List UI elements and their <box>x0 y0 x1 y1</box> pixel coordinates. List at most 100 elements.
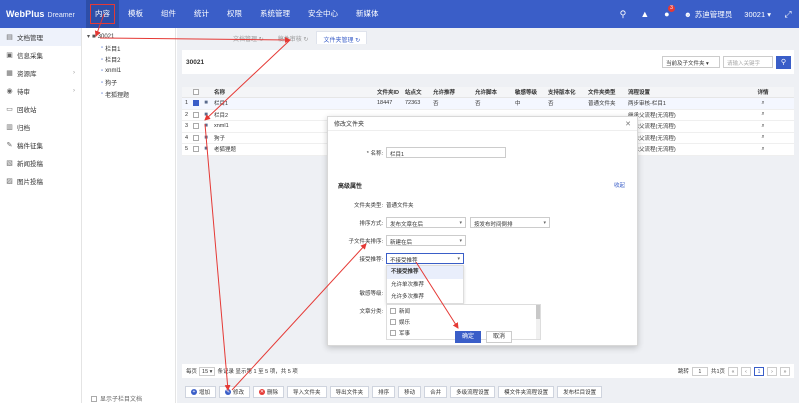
nav-item-3[interactable]: 统计 <box>185 0 218 28</box>
tree-node-label: xnml1 <box>105 68 122 75</box>
sort-order-select[interactable]: 按发布时间倒排 ▾ <box>470 217 550 228</box>
page-jump-input[interactable]: 1 <box>691 366 708 376</box>
table-cell <box>191 134 200 141</box>
close-icon[interactable]: ✕ <box>625 120 631 128</box>
tab-1[interactable]: 稿件审核 ↻ <box>272 31 315 44</box>
action-button-4[interactable]: 导出文件夹 <box>329 386 370 398</box>
category-checkbox[interactable] <box>390 318 396 325</box>
row-checkbox[interactable] <box>192 134 199 141</box>
action-button-5[interactable]: 排序 <box>372 386 396 398</box>
dropdown-option[interactable]: 允许单次推荐 <box>387 279 463 292</box>
action-button-0[interactable]: + 增加 <box>185 386 217 398</box>
next-page-button[interactable]: › <box>767 366 777 376</box>
sidebar-item-8[interactable]: ▨ 图片投稿 <box>0 172 81 190</box>
nav-item-0[interactable]: 内容 <box>86 0 119 28</box>
collapse-link[interactable]: 收起 <box>614 181 625 189</box>
tab-label: 文件夹管理 <box>323 38 354 44</box>
action-button-6[interactable]: 移动 <box>398 386 422 398</box>
action-button-3[interactable]: 导入文件夹 <box>287 386 327 398</box>
column-header[interactable] <box>191 89 200 95</box>
search-button[interactable]: ⚲ <box>776 55 791 69</box>
dropdown-option[interactable]: 允许多次推荐 <box>387 291 463 304</box>
site-selector[interactable]: 30021 ▾ <box>738 10 777 19</box>
detail-icon[interactable]: ⌕ <box>761 146 764 152</box>
table-cell <box>191 146 200 153</box>
column-header: 文件夹ID <box>377 90 400 96</box>
row-checkbox[interactable] <box>192 146 199 153</box>
show-sub-docs[interactable]: 显示子栏目文档 <box>91 394 142 403</box>
action-button-2[interactable]: ✕ 删除 <box>253 386 285 398</box>
sidebar-item-label: 归档 <box>17 125 30 132</box>
confirm-button[interactable]: 确定 <box>455 331 481 343</box>
tree-node[interactable]: ▫ 狗子 <box>83 77 175 89</box>
tree-root[interactable]: ▾ ■ 30021 <box>83 31 175 43</box>
user-menu[interactable]: ☻ 苏迪管理员 <box>678 9 738 20</box>
sidebar-item-5[interactable]: ▥ 归档 <box>0 118 81 136</box>
sidebar-item-0[interactable]: ▤ 文档管理 <box>0 28 81 46</box>
search-icon[interactable]: ⚲ <box>612 0 634 28</box>
detail-icon[interactable]: ⌕ <box>761 134 764 140</box>
fullscreen-icon[interactable]: ⤢ <box>777 0 799 28</box>
detail-icon[interactable]: ⌕ <box>761 111 764 117</box>
tab-2[interactable]: 文件夹管理 ↻ <box>316 31 368 44</box>
search-input[interactable]: 请输入关键字 <box>723 56 773 68</box>
shirt-icon[interactable]: ▲ <box>634 0 656 28</box>
refresh-icon[interactable]: ↻ <box>353 38 360 44</box>
row-checkbox[interactable] <box>192 123 199 130</box>
first-page-button[interactable]: « <box>728 366 738 376</box>
nav-item-7[interactable]: 新媒体 <box>347 0 388 28</box>
action-button-10[interactable]: 发布栏目设置 <box>557 386 603 398</box>
category-item[interactable]: 新闻 <box>387 305 540 316</box>
recommend-select[interactable]: 不接受推荐 ▾ <box>386 253 464 264</box>
select-all-checkbox[interactable] <box>192 89 199 95</box>
nav-item-6[interactable]: 安全中心 <box>299 0 347 28</box>
sidebar-item-1[interactable]: ▣ 信息采集 <box>0 46 81 64</box>
nav-item-5[interactable]: 系统管理 <box>251 0 299 28</box>
column-header: 允许脚本 <box>475 90 498 96</box>
category-item[interactable]: 娱乐 <box>387 316 540 327</box>
cancel-button[interactable]: 取消 <box>486 331 512 343</box>
bell-icon[interactable]: ● 3 <box>656 0 678 28</box>
sort-select[interactable]: 发布文章在后 ▾ <box>386 217 466 228</box>
last-page-button[interactable]: » <box>780 366 790 376</box>
category-checkbox[interactable] <box>390 307 396 314</box>
sidebar-item-4[interactable]: ▭ 回收站 <box>0 100 81 118</box>
nav-item-1[interactable]: 模板 <box>119 0 152 28</box>
action-button-9[interactable]: 模文件夹流程设置 <box>498 386 555 398</box>
filter-select[interactable]: 当前及子文件夹 ▾ <box>662 56 720 68</box>
sidebar-item-6[interactable]: ✎ 稿件征集 <box>0 136 81 154</box>
name-input[interactable]: 栏目1 <box>386 147 506 158</box>
row-checkbox[interactable] <box>192 100 199 107</box>
chevron-right-icon: › <box>73 70 75 76</box>
sidebar-item-7[interactable]: ▧ 新闻投稿 <box>0 154 81 172</box>
action-button-1[interactable]: ✎ 修改 <box>219 386 251 398</box>
row-checkbox[interactable] <box>192 111 199 118</box>
sidebar-item-3[interactable]: ◉ 待审 › <box>0 82 81 100</box>
table-cell <box>191 123 200 130</box>
prev-page-button[interactable]: ‹ <box>741 366 751 376</box>
checkbox[interactable] <box>91 395 97 402</box>
tab-0[interactable]: 文档管理 ↻ <box>227 31 270 44</box>
sidebar-item-2[interactable]: ▦ 资源库 › <box>0 64 81 82</box>
detail-icon[interactable]: ⌕ <box>761 100 764 106</box>
nav-item-4[interactable]: 权限 <box>218 0 251 28</box>
folder-icon: ■ <box>204 146 208 153</box>
tree-node[interactable]: ▫ xnml1 <box>83 66 175 78</box>
tree-node[interactable]: ▫ 栏目2 <box>83 54 175 66</box>
refresh-icon[interactable]: ↻ <box>302 37 308 43</box>
app-logo[interactable]: WebPlus Dreamer <box>0 9 86 19</box>
action-button-7[interactable]: 合并 <box>424 386 448 398</box>
refresh-icon[interactable]: ↻ <box>257 37 264 43</box>
dropdown-option[interactable]: 不接受推荐 <box>387 266 463 279</box>
detail-icon[interactable]: ⌕ <box>761 123 764 129</box>
tree-node[interactable]: ▫ 栏目1 <box>83 43 175 55</box>
page-number[interactable]: 1 <box>754 366 764 376</box>
nav-item-2[interactable]: 组件 <box>152 0 185 28</box>
table-row[interactable]: 1 ■ 栏目1 18447 72363 否 否 中 否 普通文件夹 两步审核-栏目1 ⌕ <box>182 98 794 110</box>
page-size-select[interactable]: 15 ▾ <box>199 366 216 376</box>
table-cell: 继承父流程(无流程) <box>628 135 676 142</box>
collapse-icon[interactable]: ▾ <box>87 33 90 40</box>
tree-node[interactable]: ▫ 老狐狸题 <box>83 89 175 101</box>
action-button-8[interactable]: 多级流程设置 <box>450 386 496 398</box>
sub-sort-select[interactable]: 新建在后 ▾ <box>386 235 466 246</box>
